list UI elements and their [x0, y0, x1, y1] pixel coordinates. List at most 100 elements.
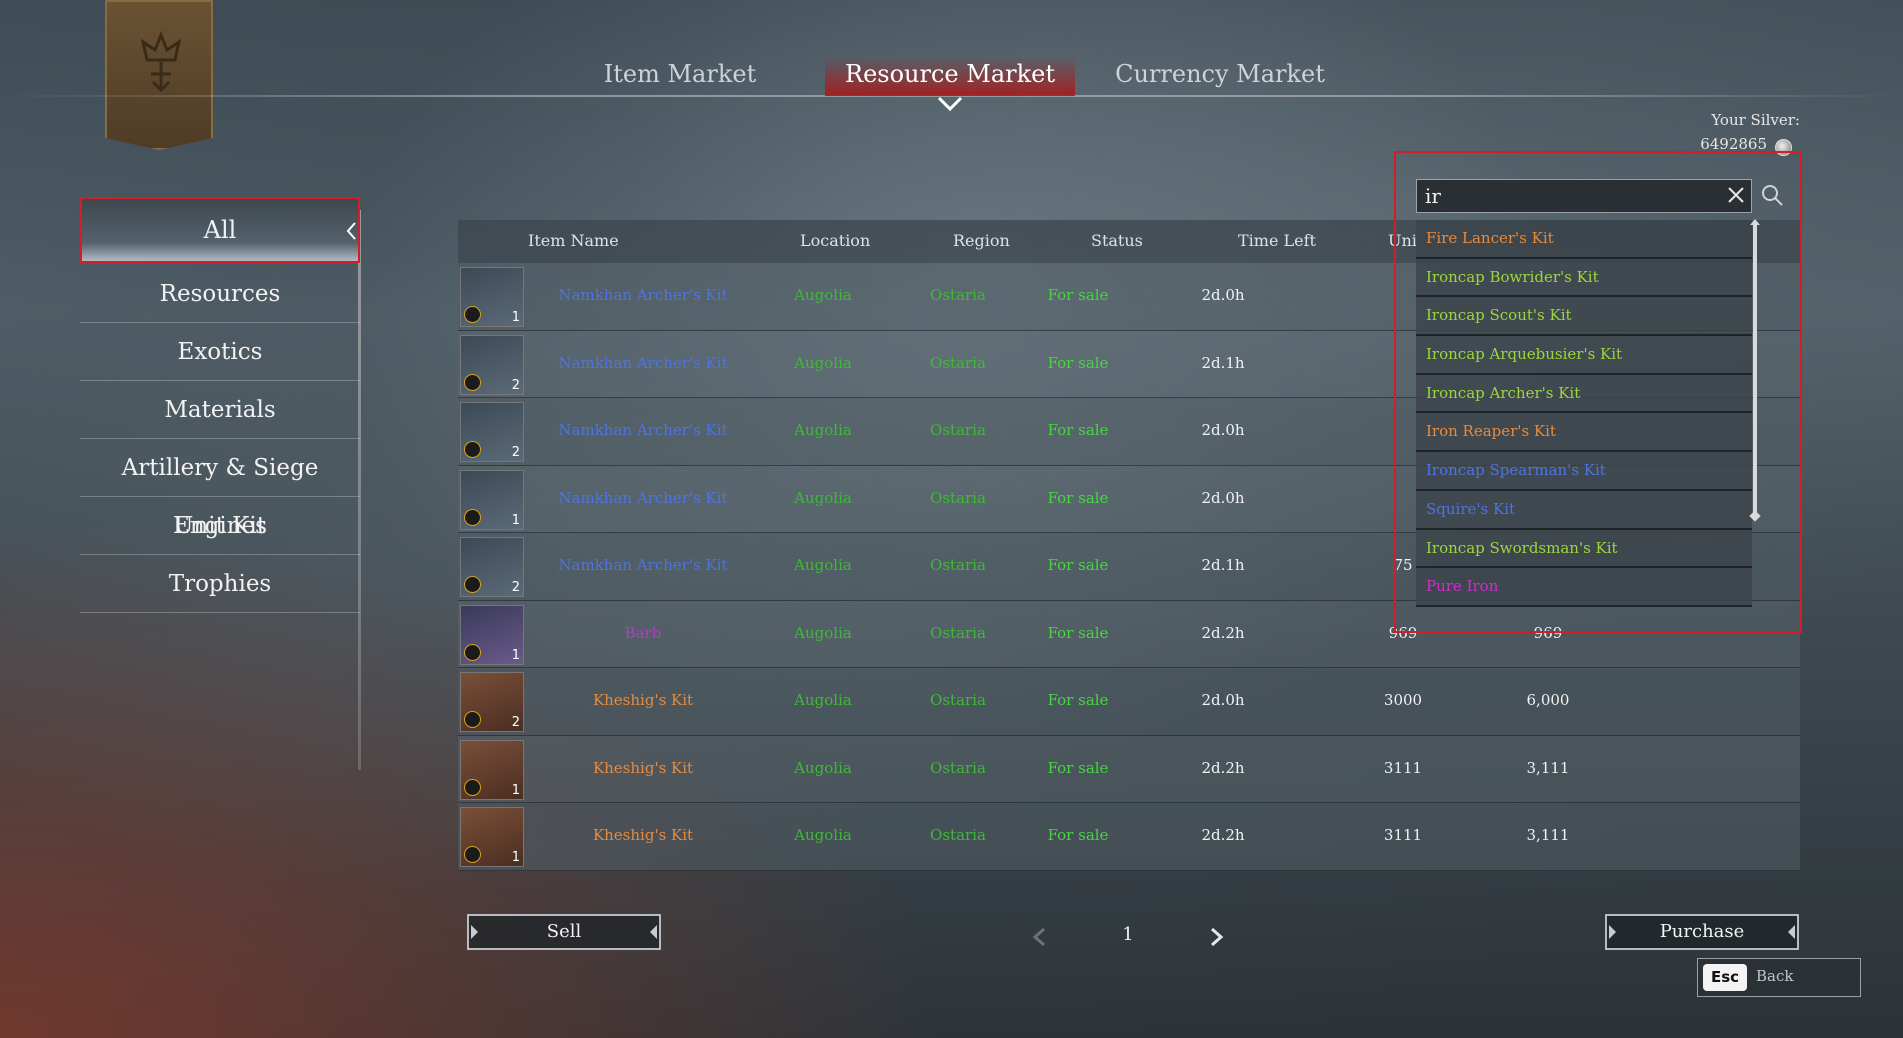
item-thumbnail: 1 — [460, 739, 524, 800]
category-resources[interactable]: Resources — [80, 265, 360, 323]
item-region: Ostaria — [930, 421, 986, 439]
page-number: 1 — [1122, 924, 1134, 945]
tier-badge-icon — [464, 373, 481, 391]
tier-badge-icon — [464, 508, 481, 526]
search-result-item[interactable]: Ironcap Archer's Kit — [1416, 374, 1752, 414]
search-input[interactable] — [1416, 179, 1752, 213]
search-result-item[interactable]: Ironcap Swordsman's Kit — [1416, 529, 1752, 569]
search-result-item[interactable]: Squire's Kit — [1416, 490, 1752, 530]
tier-badge-icon — [464, 576, 481, 593]
item-time-left: 2d.2h — [1201, 758, 1245, 777]
item-total-price: 3,111 — [1526, 826, 1570, 844]
category-sidebar: All Resources Exotics Materials Artiller… — [80, 197, 360, 613]
tier-badge-icon — [464, 846, 481, 863]
chevron-left-icon[interactable] — [1030, 927, 1050, 947]
header-region[interactable]: Region — [953, 231, 1010, 250]
purchase-button-label: Purchase — [1659, 921, 1745, 942]
item-location: Augolia — [794, 691, 852, 709]
item-unit-price: 3111 — [1383, 758, 1423, 777]
category-exotics[interactable]: Exotics — [80, 323, 360, 381]
button-tip-left-icon — [1609, 925, 1616, 939]
item-status: For sale — [1047, 826, 1109, 844]
search-result-item[interactable]: Ironcap Scout's Kit — [1416, 297, 1752, 337]
search-result-item[interactable]: Pure Iron — [1416, 568, 1752, 607]
item-quantity: 2 — [511, 715, 520, 730]
back-label: Back — [1756, 967, 1794, 985]
item-location: Augolia — [794, 353, 852, 372]
category-label: Trophies — [168, 571, 272, 597]
category-label: Exotics — [177, 339, 263, 365]
item-quantity: 2 — [511, 377, 520, 393]
item-thumbnail: 1 — [460, 604, 524, 665]
item-unit-price: 3000 — [1383, 691, 1423, 709]
item-thumbnail: 2 — [460, 334, 524, 395]
button-tip-right-icon — [1788, 925, 1795, 939]
item-total-price: 3,111 — [1526, 758, 1570, 777]
sell-button[interactable]: Sell — [467, 914, 661, 950]
item-quantity: 1 — [511, 512, 520, 528]
item-thumbnail: 1 — [460, 807, 524, 867]
item-quantity: 1 — [511, 850, 520, 865]
category-all[interactable]: All — [80, 197, 360, 263]
item-name: Namkhan Archer's Kit — [558, 353, 728, 372]
category-label: Unit Kit — [174, 513, 266, 539]
item-thumbnail: 2 — [460, 537, 524, 597]
header-item-name[interactable]: Item Name — [528, 231, 619, 250]
item-status: For sale — [1047, 353, 1109, 372]
search-result-item[interactable]: Ironcap Arquebusier's Kit — [1416, 336, 1752, 375]
item-region: Ostaria — [930, 623, 986, 642]
category-label: Materials — [164, 397, 276, 423]
header-status[interactable]: Status — [1091, 231, 1143, 250]
item-thumbnail: 2 — [460, 402, 524, 462]
tab-item-market[interactable]: Item Market — [590, 56, 770, 96]
item-time-left: 2d.1h — [1201, 353, 1245, 372]
item-thumbnail: 1 — [460, 469, 524, 530]
search-result-item[interactable]: Iron Reaper's Kit — [1416, 413, 1752, 453]
item-time-left: 2d.0h — [1201, 691, 1245, 709]
item-name: Namkhan Archer's Kit — [558, 421, 728, 439]
category-trophies[interactable]: Trophies — [80, 555, 360, 613]
purchase-button[interactable]: Purchase — [1605, 914, 1799, 950]
category-materials[interactable]: Materials — [80, 381, 360, 439]
table-row[interactable]: 1 Kheshig's Kit Augolia Ostaria For sale… — [458, 735, 1800, 803]
table-row[interactable]: 2 Kheshig's Kit Augolia Ostaria For sale… — [458, 668, 1800, 736]
search-result-item[interactable]: Fire Lancer's Kit — [1416, 220, 1752, 259]
category-unit-kit[interactable]: Unit Kit — [80, 497, 360, 555]
item-status: For sale — [1047, 488, 1109, 507]
dropdown-scrollbar[interactable] — [1753, 222, 1757, 516]
item-name: Kheshig's Kit — [592, 826, 694, 844]
search-result-item[interactable]: Ironcap Spearman's Kit — [1416, 452, 1752, 491]
chevron-left-icon — [346, 222, 356, 240]
item-quantity: 2 — [511, 580, 520, 595]
tab-currency-market[interactable]: Currency Market — [1110, 56, 1330, 96]
chevron-right-icon[interactable] — [1206, 927, 1226, 947]
table-row[interactable]: 1 Kheshig's Kit Augolia Ostaria For sale… — [458, 803, 1800, 871]
close-icon[interactable] — [1726, 185, 1746, 205]
item-time-left: 2d.0h — [1201, 488, 1245, 507]
item-status: For sale — [1047, 623, 1109, 642]
item-location: Augolia — [794, 556, 852, 574]
search-result-item[interactable]: Ironcap Bowrider's Kit — [1416, 258, 1752, 298]
item-location: Augolia — [794, 286, 852, 304]
crown-emblem-icon — [140, 30, 182, 93]
item-location: Augolia — [794, 826, 852, 844]
item-quantity: 2 — [511, 445, 520, 460]
tab-resource-market[interactable]: Resource Market — [825, 56, 1075, 96]
item-location: Augolia — [794, 623, 852, 642]
item-status: For sale — [1047, 758, 1109, 777]
item-status: For sale — [1047, 556, 1109, 574]
item-status: For sale — [1047, 421, 1109, 439]
tier-badge-icon — [464, 306, 481, 323]
category-artillery[interactable]: Artillery & Siege Engines — [80, 439, 360, 539]
item-name: Namkhan Archer's Kit — [558, 286, 728, 304]
item-region: Ostaria — [930, 556, 986, 574]
tier-badge-icon — [464, 711, 481, 728]
search-icon[interactable] — [1760, 183, 1784, 207]
item-region: Ostaria — [930, 286, 986, 304]
item-unit-price: 3111 — [1383, 826, 1423, 844]
header-location[interactable]: Location — [800, 231, 870, 250]
item-time-left: 2d.1h — [1201, 556, 1245, 574]
item-name: Namkhan Archer's Kit — [558, 488, 728, 507]
header-time-left[interactable]: Time Left — [1238, 231, 1316, 250]
sell-button-label: Sell — [546, 921, 582, 942]
